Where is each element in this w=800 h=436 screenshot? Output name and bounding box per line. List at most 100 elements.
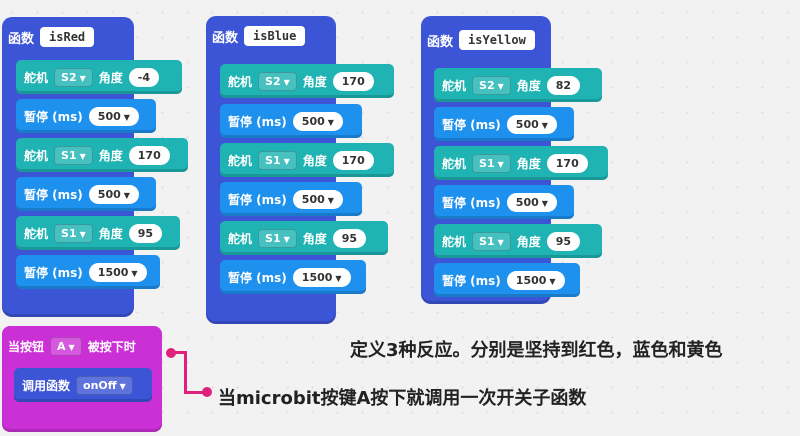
servo-label: 舵机 — [442, 78, 467, 93]
call-label: 调用函数 — [22, 378, 71, 393]
chevron-down-icon: ▼ — [79, 229, 86, 239]
servo-dropdown[interactable]: S2 ▼ — [54, 67, 93, 87]
angle-input[interactable]: 170 — [546, 153, 588, 173]
function-header: 函数 isBlue — [212, 26, 306, 46]
pause-dropdown[interactable]: 500 ▼ — [292, 111, 343, 131]
chevron-down-icon: ▼ — [123, 190, 130, 200]
chevron-down-icon: ▼ — [283, 234, 290, 244]
pause-block[interactable]: 暂停 (ms) 1500 ▼ — [220, 260, 366, 294]
servo-block[interactable]: 舵机 S1 ▼ 角度 170 — [220, 143, 394, 177]
pause-dropdown[interactable]: 500 ▼ — [506, 114, 557, 134]
chevron-down-icon: ▼ — [79, 73, 86, 83]
angle-label: 角度 — [98, 148, 123, 163]
chevron-down-icon: ▼ — [497, 81, 504, 91]
servo-dropdown[interactable]: S2 ▼ — [472, 75, 511, 95]
servo-block[interactable]: 舵机 S2 ▼ 角度 82 — [434, 68, 602, 102]
servo-label: 舵机 — [228, 74, 253, 89]
function-keyword: 函数 — [212, 30, 239, 46]
servo-label: 舵机 — [24, 226, 49, 241]
servo-block[interactable]: 舵机 S1 ▼ 角度 95 — [434, 224, 602, 258]
pause-block[interactable]: 暂停 (ms) 1500 ▼ — [16, 255, 160, 289]
pause-label: 暂停 (ms) — [24, 265, 83, 280]
chevron-down-icon: ▼ — [123, 112, 130, 122]
pause-label: 暂停 (ms) — [442, 117, 501, 132]
trigger-note: 当microbit按键A按下就调用一次开关子函数 — [218, 388, 587, 409]
servo-label: 舵机 — [24, 148, 49, 163]
servo-label: 舵机 — [24, 70, 49, 85]
angle-label: 角度 — [302, 153, 327, 168]
angle-input[interactable]: 170 — [332, 150, 374, 170]
function-header: 函数 isYellow — [427, 30, 535, 50]
angle-input[interactable]: 170 — [332, 71, 374, 91]
angle-label: 角度 — [98, 70, 123, 85]
chevron-down-icon: ▼ — [327, 117, 334, 127]
servo-block[interactable]: 舵机 S2 ▼ 角度 170 — [220, 64, 394, 98]
servo-label: 舵机 — [442, 156, 467, 171]
servo-dropdown[interactable]: S1 ▼ — [472, 153, 511, 173]
angle-input[interactable]: 170 — [128, 145, 170, 165]
chevron-down-icon: ▼ — [283, 156, 290, 166]
connector-line-v — [184, 351, 187, 393]
servo-label: 舵机 — [228, 231, 253, 246]
angle-input[interactable]: 95 — [332, 228, 367, 248]
pause-label: 暂停 (ms) — [442, 273, 501, 288]
pause-dropdown[interactable]: 1500 ▼ — [88, 262, 147, 282]
servo-dropdown[interactable]: S1 ▼ — [258, 228, 297, 248]
pause-label: 暂停 (ms) — [228, 270, 287, 285]
angle-input[interactable]: 95 — [128, 223, 163, 243]
servo-block[interactable]: 舵机 S2 ▼ 角度 -4 — [16, 60, 182, 94]
pause-label: 暂停 (ms) — [228, 114, 287, 129]
servo-dropdown[interactable]: S1 ▼ — [54, 223, 93, 243]
function-header: 函数 isRed — [8, 27, 95, 47]
function-name-field[interactable]: isRed — [40, 27, 95, 47]
pause-dropdown[interactable]: 500 ▼ — [506, 192, 557, 212]
pause-dropdown[interactable]: 1500 ▼ — [292, 267, 351, 287]
pause-block[interactable]: 暂停 (ms) 500 ▼ — [434, 107, 574, 141]
chevron-down-icon: ▼ — [541, 120, 548, 130]
angle-input[interactable]: 95 — [546, 231, 581, 251]
pause-dropdown[interactable]: 500 ▼ — [88, 184, 139, 204]
chevron-down-icon: ▼ — [497, 237, 504, 247]
angle-input[interactable]: 82 — [546, 75, 581, 95]
angle-label: 角度 — [302, 231, 327, 246]
angle-input[interactable]: -4 — [128, 67, 159, 87]
pause-dropdown[interactable]: 500 ▼ — [88, 106, 139, 126]
angle-label: 角度 — [302, 74, 327, 89]
pause-block[interactable]: 暂停 (ms) 500 ▼ — [220, 104, 362, 138]
function-name-field[interactable]: isYellow — [459, 30, 535, 50]
function-name-field[interactable]: isBlue — [244, 26, 306, 46]
function-keyword: 函数 — [427, 34, 454, 50]
chevron-down-icon: ▼ — [283, 77, 290, 87]
servo-dropdown[interactable]: S1 ▼ — [54, 145, 93, 165]
angle-label: 角度 — [516, 156, 541, 171]
servo-dropdown[interactable]: S1 ▼ — [472, 231, 511, 251]
button-dropdown[interactable]: A ▼ — [50, 336, 82, 356]
pause-block[interactable]: 暂停 (ms) 500 ▼ — [220, 182, 362, 216]
servo-block[interactable]: 舵机 S1 ▼ 角度 95 — [16, 216, 180, 250]
servo-block[interactable]: 舵机 S1 ▼ 角度 95 — [220, 221, 388, 255]
servo-label: 舵机 — [442, 234, 467, 249]
chevron-down-icon: ▼ — [497, 159, 504, 169]
chevron-down-icon: ▼ — [335, 273, 342, 283]
chevron-down-icon: ▼ — [549, 276, 556, 286]
call-target-dropdown[interactable]: onOff ▼ — [76, 375, 133, 395]
event-label-post: 被按下时 — [87, 339, 136, 354]
pause-label: 暂停 (ms) — [228, 192, 287, 207]
pause-block[interactable]: 暂停 (ms) 500 ▼ — [16, 177, 156, 211]
servo-dropdown[interactable]: S2 ▼ — [258, 71, 297, 91]
event-label-pre: 当按钮 — [8, 339, 45, 354]
servo-block[interactable]: 舵机 S1 ▼ 角度 170 — [434, 146, 608, 180]
call-function-block[interactable]: 调用函数 onOff ▼ — [14, 368, 152, 402]
pause-block[interactable]: 暂停 (ms) 1500 ▼ — [434, 263, 580, 297]
pause-block[interactable]: 暂停 (ms) 500 ▼ — [434, 185, 574, 219]
pause-block[interactable]: 暂停 (ms) 500 ▼ — [16, 99, 156, 133]
pause-dropdown[interactable]: 1500 ▼ — [506, 270, 565, 290]
on-button-header[interactable]: 当按钮 A ▼ 被按下时 — [2, 330, 162, 362]
angle-label: 角度 — [516, 78, 541, 93]
servo-dropdown[interactable]: S1 ▼ — [258, 150, 297, 170]
chevron-down-icon: ▼ — [327, 195, 334, 205]
connector-line-h2 — [184, 391, 204, 394]
pause-label: 暂停 (ms) — [24, 109, 83, 124]
servo-block[interactable]: 舵机 S1 ▼ 角度 170 — [16, 138, 188, 172]
pause-dropdown[interactable]: 500 ▼ — [292, 189, 343, 209]
